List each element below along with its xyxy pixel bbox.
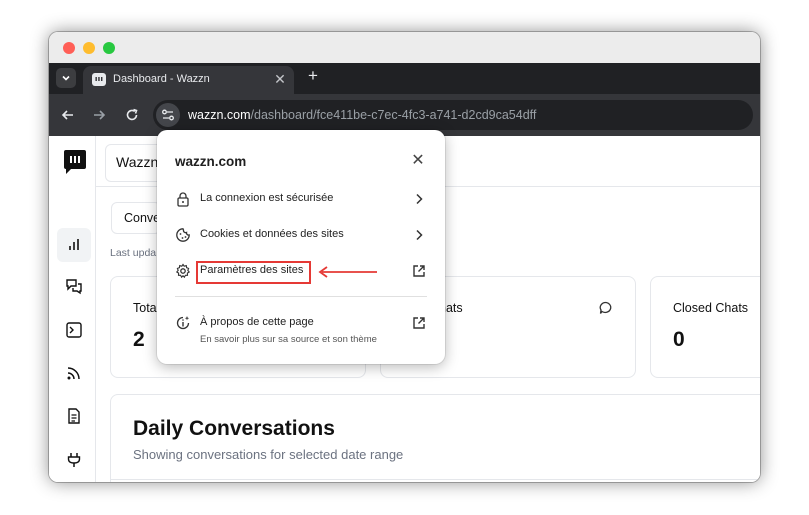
sidebar-item-console[interactable]: [57, 313, 91, 347]
sidebar-item-dashboard[interactable]: [57, 228, 91, 262]
annotation-highlight-box: [196, 261, 311, 284]
terminal-icon: [66, 322, 82, 338]
maximize-window-button[interactable]: [103, 42, 115, 54]
favicon-icon: [92, 73, 106, 86]
forward-arrow-icon[interactable]: [91, 107, 107, 123]
connection-secure-item[interactable]: La connexion est sécurisée: [157, 185, 445, 213]
workspace-label: Wazzn: [116, 154, 159, 170]
url-text: wazzn.com/dashboard/fce411be-c7ec-4fc3-a…: [188, 108, 536, 122]
cookies-item[interactable]: Cookies et données des sites: [157, 221, 445, 249]
chevron-down-icon: [62, 75, 70, 81]
stat-card-label: Closed Chats: [673, 301, 749, 315]
browser-tab[interactable]: Dashboard - Wazzn ✕: [83, 66, 294, 94]
sidebar-item-integrations[interactable]: [57, 443, 91, 477]
site-info-popup: wazzn.com ✕ La connexion est sécurisée C…: [157, 130, 445, 364]
lock-icon: [177, 192, 189, 207]
about-label: À propos de cette page: [200, 316, 314, 328]
tab-title: Dashboard - Wazzn: [113, 73, 210, 85]
close-icon[interactable]: ✕: [409, 152, 427, 170]
chat-icon: [599, 301, 612, 314]
cookie-icon: [176, 228, 190, 242]
site-info-button[interactable]: [156, 103, 180, 127]
back-arrow-icon[interactable]: [60, 107, 76, 123]
last-updated-text: Last upda: [110, 247, 157, 259]
stat-card-closed: Closed Chats 0: [650, 276, 760, 378]
rss-icon: [67, 367, 80, 380]
stat-card-value: 2: [133, 328, 145, 351]
daily-title: Daily Conversations: [133, 417, 335, 440]
close-window-button[interactable]: [63, 42, 75, 54]
tune-icon: [162, 109, 174, 121]
popup-divider: [175, 296, 427, 297]
popup-domain: wazzn.com: [175, 154, 247, 169]
sidebar-item-documents[interactable]: [57, 399, 91, 433]
tab-conversations[interactable]: Conve: [111, 202, 161, 234]
url-path: /dashboard/fce411be-c7ec-4fc3-a741-d2cd9…: [250, 108, 537, 122]
connection-label: La connexion est sécurisée: [200, 192, 334, 204]
about-page-item[interactable]: À propos de cette page: [157, 309, 445, 337]
reload-icon[interactable]: [124, 107, 140, 123]
url-host: wazzn.com: [188, 108, 251, 122]
chevron-right-icon: [416, 229, 423, 241]
daily-divider: [111, 479, 760, 480]
chevron-right-icon: [416, 193, 423, 205]
tab-bar: Dashboard - Wazzn ✕: [49, 63, 760, 94]
external-link-icon: [413, 265, 425, 277]
about-subtitle: En savoir plus sur sa source et son thèm…: [200, 334, 377, 345]
new-tab-button[interactable]: +: [303, 66, 323, 86]
daily-subtitle: Showing conversations for selected date …: [133, 447, 404, 462]
sidebar-item-conversations[interactable]: [57, 270, 91, 304]
tab-conversations-label: Conve: [124, 211, 161, 225]
document-icon: [68, 408, 80, 424]
annotation-arrow: [318, 266, 377, 278]
sidebar: [49, 136, 96, 482]
minimize-window-button[interactable]: [83, 42, 95, 54]
app-logo[interactable]: [62, 149, 88, 175]
external-link-icon: [413, 317, 425, 329]
cookies-label: Cookies et données des sites: [200, 228, 344, 240]
chart-icon: [69, 239, 79, 250]
plug-icon: [67, 453, 81, 467]
info-sparkle-icon: [176, 316, 190, 330]
tab-search-button[interactable]: [56, 68, 76, 88]
title-bar: [49, 32, 760, 63]
gear-icon: [175, 263, 191, 279]
chat-bubbles-icon: [66, 279, 82, 295]
sidebar-item-feeds[interactable]: [57, 356, 91, 390]
close-tab-icon[interactable]: ✕: [272, 71, 288, 87]
omnibox[interactable]: wazzn.com/dashboard/fce411be-c7ec-4fc3-a…: [153, 100, 753, 130]
daily-conversations-card: Daily Conversations Showing conversation…: [110, 394, 760, 482]
stat-card-label: Tota: [133, 301, 157, 315]
stat-card-value: 0: [673, 328, 685, 351]
